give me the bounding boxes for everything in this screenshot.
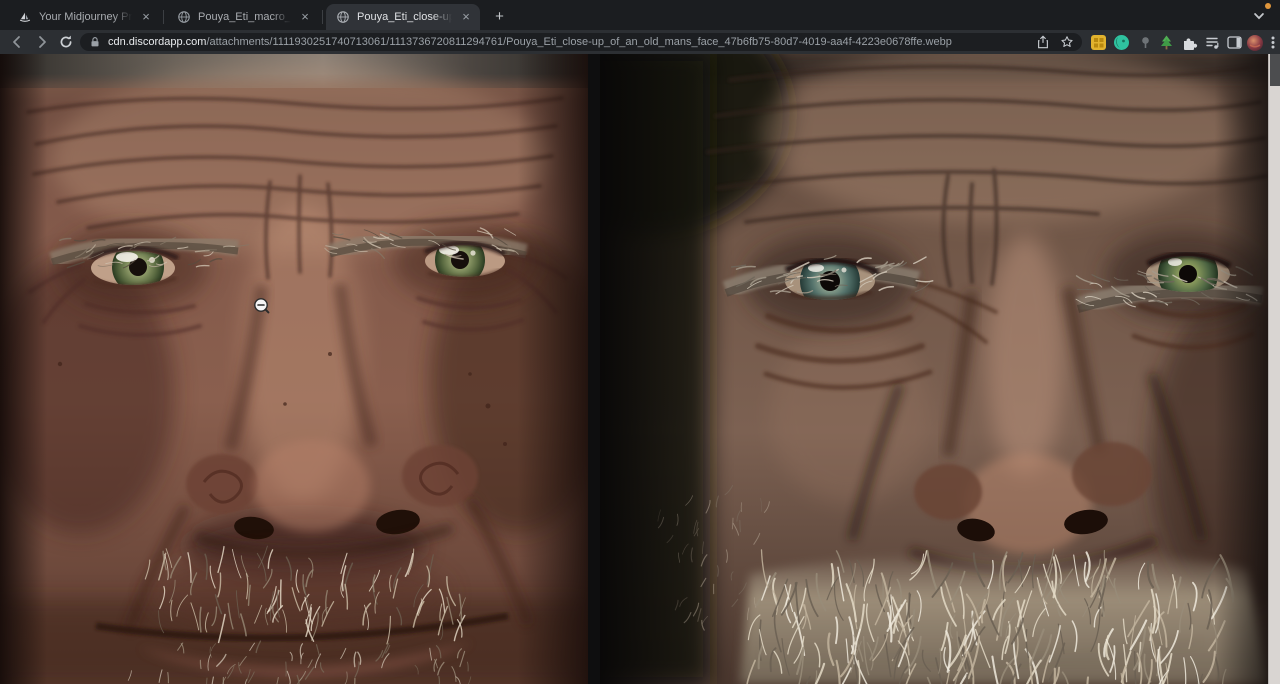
tab-strip: Your Midjourney Profile × Pouya_Eti_macr… bbox=[0, 0, 1280, 30]
tab-closeup-photo-active[interactable]: Pouya_Eti_close-up_of_an_ol × bbox=[326, 4, 480, 30]
url-text[interactable]: cdn.discordapp.com/attachments/111193025… bbox=[108, 36, 1036, 48]
tab-title: Pouya_Eti_close-up_of_an_ol bbox=[357, 11, 454, 23]
tab-separator bbox=[322, 10, 323, 24]
tab-close-icon[interactable]: × bbox=[297, 9, 313, 25]
teal-moon-extension-icon[interactable] bbox=[1113, 34, 1130, 51]
media-controls-icon[interactable] bbox=[1204, 34, 1221, 51]
extensions-puzzle-icon[interactable] bbox=[1181, 34, 1198, 51]
globe-icon bbox=[177, 10, 191, 24]
side-panel-icon[interactable] bbox=[1226, 34, 1243, 51]
scrollbar[interactable] bbox=[1268, 54, 1280, 684]
tab-title: Your Midjourney Profile bbox=[39, 11, 134, 23]
share-icon[interactable] bbox=[1036, 35, 1050, 49]
tab-close-icon[interactable]: × bbox=[458, 9, 474, 25]
tab-title: Pouya_Eti_macro_photo_of_a bbox=[198, 11, 293, 23]
tab-separator bbox=[163, 10, 164, 24]
menu-kebab-icon[interactable] bbox=[1267, 34, 1279, 51]
portrait-left-image[interactable] bbox=[0, 54, 588, 684]
lock-icon[interactable] bbox=[88, 35, 102, 49]
yellow-grid-extension-icon[interactable] bbox=[1090, 34, 1107, 51]
profile-avatar[interactable] bbox=[1246, 34, 1264, 52]
forward-button[interactable] bbox=[33, 33, 51, 51]
midjourney-logo-icon bbox=[18, 10, 32, 24]
url-domain: cdn.discordapp.com bbox=[108, 36, 206, 48]
reload-button[interactable] bbox=[57, 33, 75, 51]
browser-window: Your Midjourney Profile × Pouya_Eti_macr… bbox=[0, 0, 1280, 684]
zoom-out-cursor-icon bbox=[253, 297, 271, 315]
globe-icon bbox=[336, 10, 350, 24]
tab-search-chevron-icon[interactable] bbox=[1250, 7, 1268, 25]
image-viewer-page bbox=[0, 54, 1280, 684]
portrait-right-image[interactable] bbox=[600, 54, 1268, 684]
tab-macro-photo[interactable]: Pouya_Eti_macro_photo_of_a × bbox=[167, 4, 319, 30]
notification-dot bbox=[1265, 3, 1271, 9]
new-tab-button[interactable]: + bbox=[489, 7, 510, 28]
url-path: /attachments/1111930251740713061/1113736… bbox=[206, 36, 951, 48]
pinned-gray-extension-icon[interactable] bbox=[1137, 34, 1154, 51]
bookmark-star-icon[interactable] bbox=[1060, 35, 1074, 49]
toolbar: cdn.discordapp.com/attachments/111193025… bbox=[0, 30, 1280, 54]
tab-close-icon[interactable]: × bbox=[138, 9, 154, 25]
tab-midjourney-profile[interactable]: Your Midjourney Profile × bbox=[8, 4, 160, 30]
scrollbar-thumb[interactable] bbox=[1270, 54, 1280, 86]
address-bar[interactable]: cdn.discordapp.com/attachments/111193025… bbox=[80, 33, 1082, 51]
back-button[interactable] bbox=[8, 33, 26, 51]
green-tree-extension-icon[interactable] bbox=[1158, 34, 1175, 51]
